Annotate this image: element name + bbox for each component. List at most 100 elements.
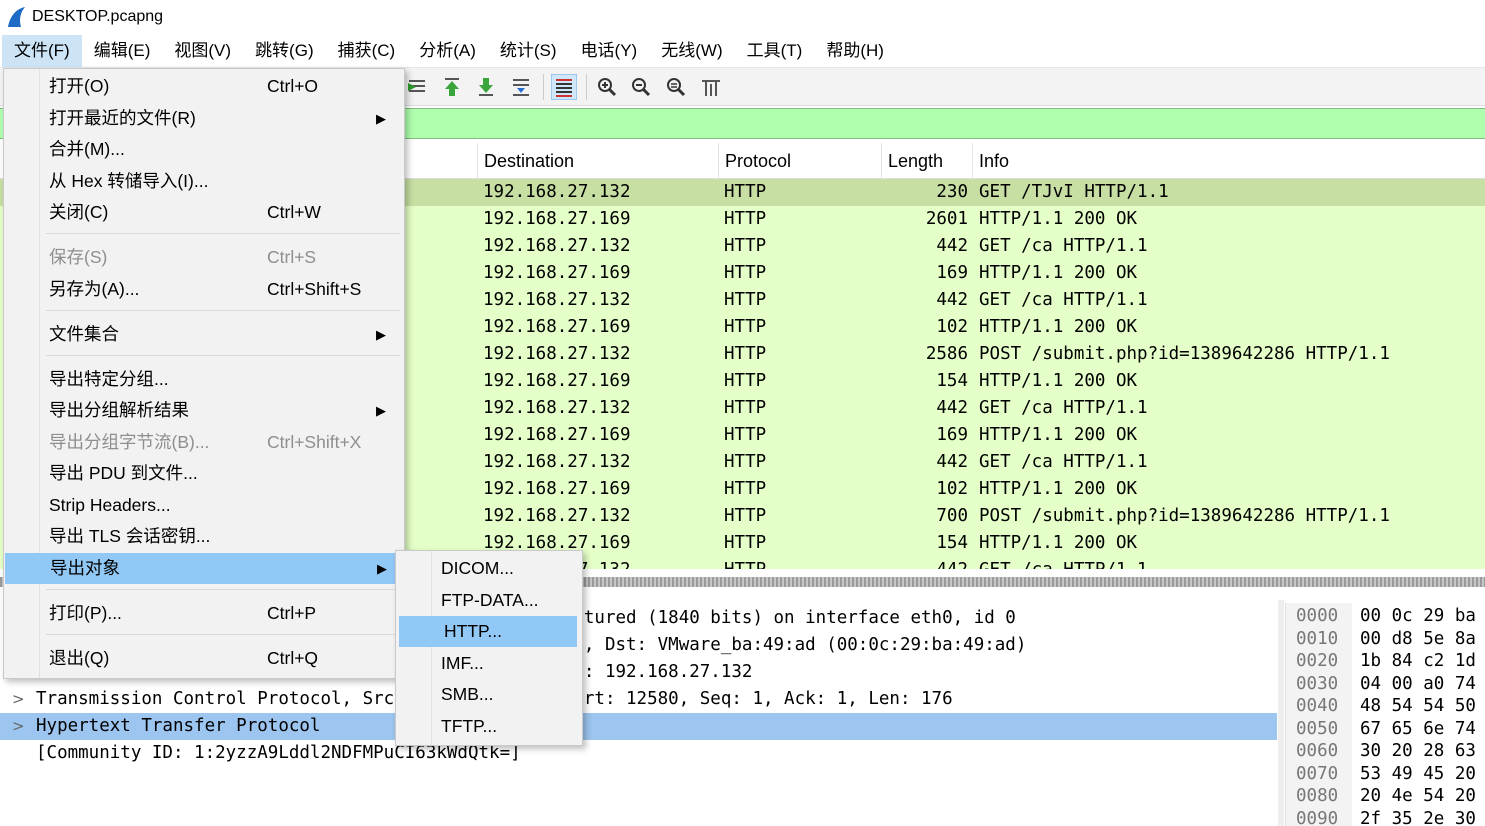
hex-row: 0000 00 0c 29 ba bbox=[1286, 605, 1485, 628]
packet-protocol: HTTP bbox=[724, 398, 767, 418]
hex-offset: 0080 bbox=[1296, 786, 1339, 806]
file-menu-item-16[interactable]: 导出 TLS 会话密钥... bbox=[4, 521, 404, 552]
packet-protocol: HTTP bbox=[724, 236, 767, 256]
packet-destination: 192.168.27.169 bbox=[483, 425, 631, 445]
file-menu-item-19[interactable]: 打印(P)... Ctrl+P bbox=[4, 598, 404, 629]
menu-item-label: 保存(S) bbox=[49, 247, 108, 267]
file-menu-item-2[interactable]: 合并(M)... bbox=[4, 134, 404, 165]
packet-length: 442 bbox=[880, 557, 968, 569]
menu-1[interactable]: 编辑(E) bbox=[82, 35, 163, 67]
vertical-pane-splitter[interactable] bbox=[1278, 600, 1284, 826]
packet-protocol: HTTP bbox=[724, 506, 767, 526]
packet-length: 442 bbox=[936, 398, 968, 418]
export-object-1[interactable]: FTP-DATA... bbox=[396, 585, 582, 616]
packet-bytes-pane: 0000 00 0c 29 ba 0010 00 d8 5e 8a 0020 1b 84 … bbox=[1285, 603, 1485, 826]
menu-3[interactable]: 跳转(G) bbox=[243, 35, 326, 67]
file-menu-item-15[interactable]: Strip Headers... bbox=[4, 490, 404, 521]
file-menu-dropdown: 打开(O) Ctrl+O 打开最近的文件(R) ▶ 合并(M)... 从 Hex 转储导入… bbox=[3, 68, 405, 679]
file-menu-item-1[interactable]: 打开最近的文件(R) ▶ bbox=[4, 103, 404, 134]
export-object-4[interactable]: SMB... bbox=[396, 679, 582, 710]
menu-item-label: 关闭(C) bbox=[49, 202, 109, 222]
detail-text: Hypertext Transfer Protocol bbox=[36, 716, 321, 736]
zoom-normal-icon[interactable] bbox=[663, 74, 689, 100]
file-menu-item-12[interactable]: 导出分组解析结果 ▶ bbox=[4, 395, 404, 426]
hex-bytes: 2f 35 2e 30 bbox=[1360, 808, 1476, 826]
export-object-5[interactable]: TFTP... bbox=[396, 711, 582, 742]
file-menu-item-11[interactable]: 导出特定分组... bbox=[4, 364, 404, 395]
menu-7[interactable]: 电话(Y) bbox=[569, 35, 650, 67]
file-menu-item-21[interactable]: 退出(Q) Ctrl+Q bbox=[4, 643, 404, 674]
packet-length: 169 bbox=[936, 263, 968, 283]
packet-length: 700 bbox=[936, 506, 968, 526]
packet-protocol: HTTP bbox=[724, 317, 767, 337]
submenu-arrow-icon: ▶ bbox=[376, 111, 386, 126]
export-object-2[interactable]: HTTP... bbox=[399, 616, 577, 648]
export-object-0[interactable]: DICOM... bbox=[396, 553, 582, 584]
file-menu-item-9[interactable]: 文件集合 ▶ bbox=[4, 319, 404, 350]
packet-destination: 192.168.27.169 bbox=[483, 317, 631, 337]
menu-9[interactable]: 工具(T) bbox=[735, 35, 815, 67]
zoom-out-icon[interactable] bbox=[628, 74, 654, 100]
packet-protocol: HTTP bbox=[724, 344, 767, 364]
go-first-icon[interactable] bbox=[439, 74, 465, 100]
packet-info: HTTP/1.1 200 OK bbox=[979, 317, 1138, 337]
column-header-protocol[interactable]: Protocol bbox=[719, 143, 882, 179]
packet-protocol: HTTP bbox=[724, 425, 767, 445]
file-menu-item-4[interactable]: 关闭(C) Ctrl+W bbox=[4, 197, 404, 228]
menu-10[interactable]: 帮助(H) bbox=[814, 35, 896, 67]
menu-4[interactable]: 捕获(C) bbox=[326, 35, 408, 67]
packet-protocol: HTTP bbox=[724, 290, 767, 310]
file-menu-item-14[interactable]: 导出 PDU 到文件... bbox=[4, 458, 404, 489]
packet-length: 2586 bbox=[925, 344, 968, 364]
resize-columns-icon[interactable] bbox=[698, 74, 724, 100]
file-menu-item-17[interactable]: 导出对象 ▶ bbox=[5, 553, 399, 584]
packet-protocol: HTTP bbox=[724, 371, 767, 391]
packet-length: 442 bbox=[936, 452, 968, 472]
menu-0[interactable]: 文件(F) bbox=[2, 34, 82, 67]
go-last-icon[interactable] bbox=[473, 74, 499, 100]
autoscroll-icon[interactable] bbox=[508, 74, 534, 100]
hex-offset: 0070 bbox=[1296, 763, 1339, 784]
colorize-icon[interactable] bbox=[551, 74, 577, 100]
packet-info: GET /ca HTTP/1.1 bbox=[979, 236, 1148, 256]
hex-bytes: 30 20 28 63 bbox=[1360, 741, 1476, 761]
menu-6[interactable]: 统计(S) bbox=[488, 35, 569, 67]
submenu-arrow-icon: ▶ bbox=[376, 403, 386, 418]
column-header-info[interactable]: Info bbox=[973, 143, 1485, 179]
file-menu-item-6: 保存(S) Ctrl+S bbox=[4, 242, 404, 273]
menu-item-shortcut: Ctrl+P bbox=[267, 603, 317, 623]
detail-tree-item[interactable]: [Community ID: 1:2yzzA9Lddl2NDFMPuCI63kW… bbox=[0, 740, 1277, 767]
menu-separator bbox=[46, 634, 400, 635]
packet-destination: 192.168.27.132 bbox=[483, 506, 631, 526]
column-header-length[interactable]: Length bbox=[882, 143, 973, 179]
export-object-3[interactable]: IMF... bbox=[396, 648, 582, 679]
menu-2[interactable]: 视图(V) bbox=[162, 35, 243, 67]
expand-arrow-icon[interactable]: > bbox=[12, 686, 25, 713]
hex-bytes: 00 0c 29 ba bbox=[1360, 606, 1476, 626]
file-menu-item-3[interactable]: 从 Hex 转储导入(I)... bbox=[4, 166, 404, 197]
menu-8[interactable]: 无线(W) bbox=[649, 35, 734, 67]
detail-tree-item[interactable]: > Transmission Control Protocol, Src Port… bbox=[0, 686, 1277, 713]
detail-tree-item[interactable]: > Hypertext Transfer Protocol bbox=[0, 713, 1277, 740]
packet-info: HTTP/1.1 200 OK bbox=[979, 425, 1138, 445]
packet-protocol: HTTP bbox=[724, 209, 767, 229]
go-to-packet-icon[interactable] bbox=[404, 74, 430, 100]
packet-length: 102 bbox=[936, 317, 968, 337]
expand-arrow-icon[interactable]: > bbox=[12, 713, 25, 740]
packet-destination: 192.168.27.132 bbox=[483, 182, 631, 202]
packet-destination: 192.168.27.169 bbox=[483, 263, 631, 283]
packet-length: 2601 bbox=[925, 209, 968, 229]
zoom-in-icon[interactable] bbox=[594, 74, 620, 100]
menu-5[interactable]: 分析(A) bbox=[407, 35, 488, 67]
menu-item-shortcut: Ctrl+Q bbox=[267, 648, 319, 668]
packet-length: 442 bbox=[936, 236, 968, 256]
submenu-arrow-icon: ▶ bbox=[376, 327, 386, 342]
file-menu-item-0[interactable]: 打开(O) Ctrl+O bbox=[4, 71, 404, 102]
file-menu-item-7[interactable]: 另存为(A)... Ctrl+Shift+S bbox=[4, 274, 404, 305]
hex-bytes: 20 4e 54 20 bbox=[1360, 786, 1476, 806]
menu-item-label: 导出 TLS 会话密钥... bbox=[49, 526, 211, 546]
column-header-destination[interactable]: Destination bbox=[478, 143, 719, 179]
menu-separator bbox=[46, 355, 400, 356]
toolbar-separator bbox=[586, 74, 587, 100]
menu-item-label: 退出(Q) bbox=[49, 648, 110, 668]
